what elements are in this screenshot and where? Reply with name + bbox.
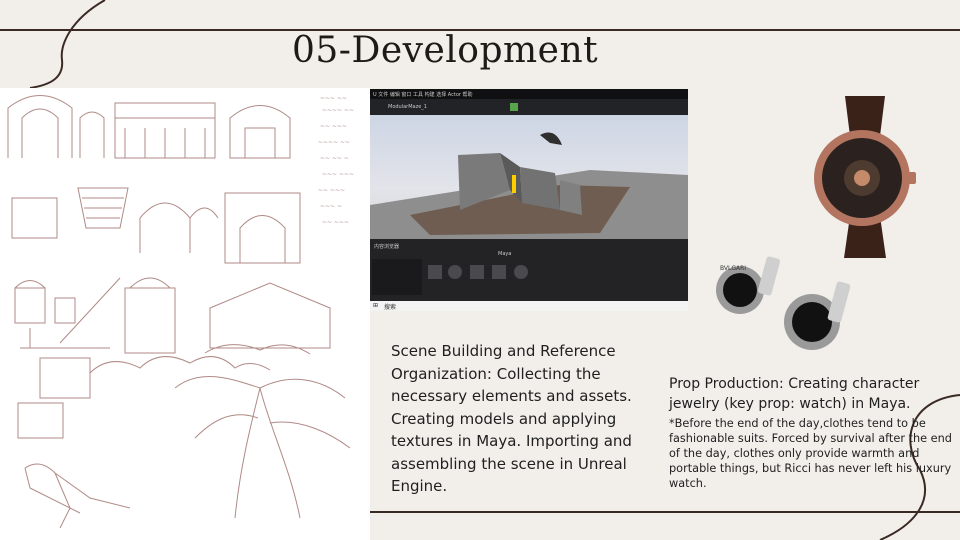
content-tree	[372, 259, 422, 295]
asset-thumb	[428, 265, 442, 279]
svg-text:~~ ~~~: ~~ ~~~	[318, 187, 345, 194]
asset-thumb	[492, 265, 506, 279]
svg-text:~~~ ~: ~~~ ~	[320, 203, 342, 210]
scene-building-description: Scene Building and Reference Organizatio…	[391, 342, 632, 495]
watch-image	[814, 96, 916, 258]
svg-text:~~ ~~~: ~~ ~~~	[322, 219, 349, 226]
search-label: 搜索	[384, 304, 397, 311]
bottom-divider-line	[370, 511, 960, 513]
architecture-sketch-panel: ~~~ ~~ ~~~~ ~~ ~~ ~~~ ~~~~ ~~ ~~ ~~ ~ ~~~ ~~…	[0, 88, 370, 540]
svg-text:~~~~ ~~: ~~~~ ~~	[318, 139, 350, 146]
viewport-scene	[370, 132, 688, 239]
svg-text:~~~ ~~~: ~~~ ~~~	[322, 171, 354, 178]
prop-note: *Before the end of the day,clothes tend …	[669, 417, 952, 490]
editor-toolbar: ModularMaze_1	[370, 99, 688, 115]
asset-thumb	[514, 265, 528, 279]
play-button	[510, 103, 518, 111]
cufflinks-image: BVLGARI	[716, 256, 851, 350]
svg-text:~~ ~~ ~: ~~ ~~ ~	[320, 155, 349, 162]
asset-thumb	[470, 265, 484, 279]
viewport	[370, 115, 688, 239]
cufflink-engraving: BVLGARI	[720, 265, 746, 272]
asset-thumb	[448, 265, 462, 279]
unreal-editor-screenshot: U 文件 编辑 窗口 工具 构建 选择 Actor 帮助 ModularMaze…	[370, 89, 688, 311]
content-path: Maya	[498, 251, 512, 257]
project-label: ModularMaze_1	[388, 104, 427, 110]
svg-text:~~~ ~~: ~~~ ~~	[320, 95, 347, 102]
svg-text:~~ ~~~: ~~ ~~~	[320, 123, 347, 130]
os-taskbar: ⊞ 搜索	[370, 301, 688, 311]
editor-menubar: U 文件 编辑 窗口 工具 构建 选择 Actor 帮助	[370, 89, 688, 99]
page-title: 05-Development	[292, 30, 599, 71]
sketch-drawings: ~~~ ~~~~~~ ~~~~ ~~~ ~~~~ ~~~~ ~~ ~~~~ ~~…	[7, 95, 354, 529]
prop-production-description: Prop Production: Creating character jewe…	[669, 376, 920, 412]
content-browser: 内容浏览器 Maya	[370, 239, 688, 301]
svg-text:~~~~ ~~: ~~~~ ~~	[322, 107, 354, 114]
